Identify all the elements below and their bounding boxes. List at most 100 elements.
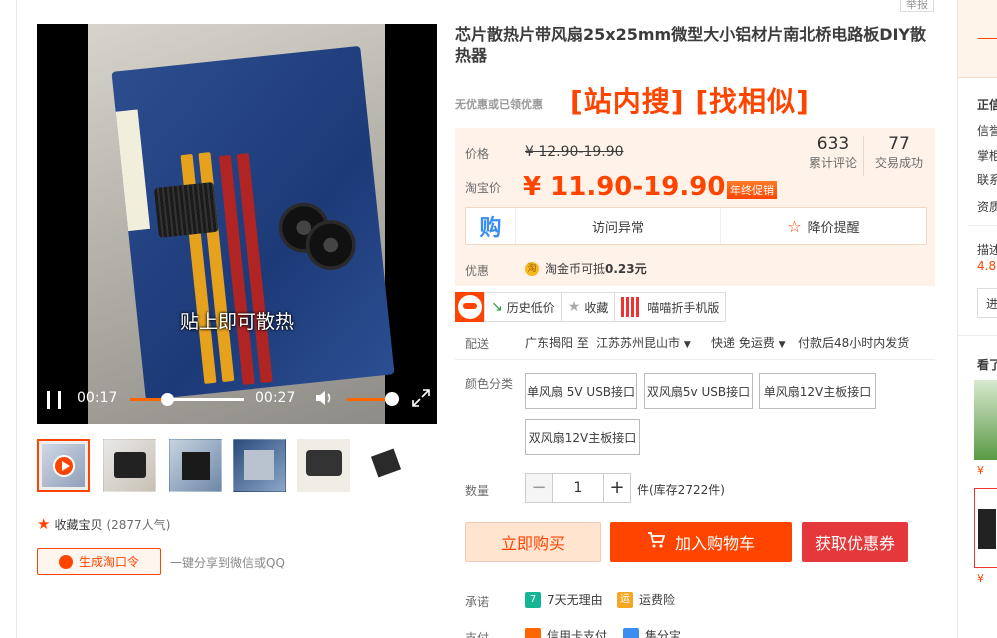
- shop-item: 联系: [977, 173, 997, 187]
- product-title: 芯片散热片带风扇25x25mm微型大小铝材片南北桥电路板DIY散热器: [455, 25, 927, 65]
- decrease-button[interactable]: −: [525, 473, 553, 503]
- ship-from: 广东揭阳 至: [525, 336, 589, 350]
- payment-jifenbao[interactable]: 集分宝: [623, 627, 681, 638]
- thumbnail-image[interactable]: [169, 439, 222, 492]
- taobao-price-label: 淘宝价: [465, 181, 502, 195]
- dispatch-note: 付款后48小时内发货: [798, 336, 910, 350]
- mobile-version-button[interactable]: 喵喵折手机版: [614, 292, 727, 322]
- video-frame: [88, 24, 395, 424]
- current-time: 00:17: [77, 390, 118, 406]
- product-video[interactable]: 贴上即可散热 00:17 00:27: [37, 24, 437, 424]
- recommend-image[interactable]: [974, 380, 997, 460]
- color-option[interactable]: 双风扇12V主板接口: [525, 419, 640, 455]
- thumbnail-image[interactable]: [361, 439, 414, 492]
- shop-item: 信誉: [977, 124, 997, 138]
- fullscreen-icon[interactable]: [411, 388, 431, 408]
- promo-badge: 年终促销: [727, 181, 777, 199]
- enter-shop-button[interactable]: 进: [977, 288, 997, 318]
- taojinbi-icon: 淘: [525, 261, 539, 276]
- insurance-icon: 运: [617, 591, 633, 608]
- shop-header: [958, 0, 997, 78]
- quantity-input[interactable]: 1: [553, 473, 603, 503]
- original-price: ¥ 12.90-19.90: [525, 144, 624, 160]
- duration: 00:27: [255, 390, 296, 406]
- video-progress-knob[interactable]: [161, 393, 174, 406]
- volume-knob[interactable]: [385, 392, 399, 406]
- promise-7day[interactable]: 7 7天无理由: [525, 591, 603, 608]
- motherboard-image: [111, 45, 395, 401]
- share-icon: [58, 554, 73, 569]
- pause-icon[interactable]: [47, 391, 61, 409]
- taokouling-button[interactable]: 生成淘口令: [37, 548, 161, 575]
- stat-divider: [863, 136, 864, 176]
- shop-item: 描述: [977, 243, 997, 257]
- caret-down-icon: ▼: [683, 340, 691, 350]
- ship-to-select[interactable]: 江苏苏州昆山市 ▼: [596, 334, 691, 351]
- cart-icon: [647, 532, 666, 552]
- shop-item: 掌柜: [977, 149, 997, 163]
- color-option[interactable]: 单风扇12V主板接口: [759, 373, 876, 409]
- favorite-item[interactable]: ★ 收藏宝贝 (2877人气): [37, 515, 170, 533]
- star-outline-icon: ☆: [787, 216, 802, 236]
- thumbnail-image[interactable]: [297, 439, 350, 492]
- share-text: 一键分享到微信或QQ: [170, 556, 285, 570]
- volume-icon[interactable]: [314, 388, 334, 408]
- qr-code-icon: [621, 297, 642, 317]
- divider: [455, 359, 935, 360]
- favorite-count: (2877人气): [106, 517, 171, 532]
- buy-now-button[interactable]: 立即购买: [465, 522, 601, 562]
- add-to-cart-button[interactable]: 加入购物车: [610, 522, 792, 562]
- shipping-label: 配送: [465, 337, 490, 351]
- price-label: 价格: [465, 147, 490, 161]
- heatsink-image: [153, 181, 219, 238]
- favorite-label: 收藏宝贝: [54, 517, 103, 532]
- color-label: 颜色分类: [465, 377, 514, 391]
- shop-item: 资质: [977, 200, 997, 214]
- shop-score: 4.8: [977, 259, 997, 273]
- quantity-label: 数量: [465, 484, 490, 498]
- promise-label: 承诺: [465, 595, 490, 609]
- promise-shipping-insurance[interactable]: 运 运费险: [617, 591, 675, 608]
- action-bar: 购 访问异常 ☆ 降价提醒: [465, 207, 927, 245]
- color-option[interactable]: 双风扇5v USB接口: [644, 373, 753, 409]
- thumbnail-image[interactable]: [103, 439, 156, 492]
- promo-note: 无优惠或已领优惠: [455, 98, 543, 111]
- video-subtitle: 贴上即可散热: [179, 311, 294, 333]
- visit-error-button[interactable]: 访问异常: [516, 208, 721, 244]
- discount-label: 优惠: [465, 264, 490, 278]
- viewed-title: 看了: [977, 358, 997, 372]
- search-links[interactable]: [站内搜] [找相似]: [570, 80, 810, 120]
- tool-bar: ↘ 历史低价 ★ 收藏 喵喵折手机版: [455, 292, 727, 322]
- recommend-price: ¥: [977, 464, 984, 477]
- trend-down-icon: ↘: [491, 299, 503, 315]
- thumbnail-video[interactable]: [37, 439, 90, 492]
- cat-icon: [455, 292, 485, 322]
- pci-slot: [115, 109, 151, 232]
- stock-info: 件(库存2722件): [637, 483, 725, 497]
- collect-button[interactable]: ★ 收藏: [560, 292, 616, 322]
- jifenbao-icon: [623, 627, 639, 638]
- seven-day-icon: 7: [525, 591, 541, 608]
- play-icon: [53, 455, 75, 477]
- shipping-method-select[interactable]: 快递 免运费 ▼: [711, 334, 786, 351]
- payment-credit-card[interactable]: 信用卡支付: [525, 627, 607, 638]
- coin-discount: 淘 淘金币可抵 0.23元: [525, 260, 647, 277]
- shop-item: 正信: [977, 98, 997, 112]
- quantity-stepper: − 1 +: [525, 473, 631, 503]
- price-alert-button[interactable]: ☆ 降价提醒: [721, 208, 926, 244]
- recommend-price: ¥: [977, 572, 984, 585]
- price-panel: 价格 ¥ 12.90-19.90 淘宝价 ¥ 11.90-19.90 年终促销 …: [455, 128, 935, 286]
- history-low-price-button[interactable]: ↘ 历史低价: [484, 292, 562, 322]
- report-link[interactable]: 举报: [900, 0, 934, 12]
- star-icon: ★: [567, 299, 581, 315]
- recommend-image[interactable]: [974, 488, 997, 568]
- color-option[interactable]: 单风扇 5V USB接口: [525, 373, 637, 409]
- sales-stat[interactable]: 77 交易成功: [869, 134, 929, 171]
- review-stat[interactable]: 633 累计评论: [805, 134, 861, 171]
- get-coupon-button[interactable]: 获取优惠券: [802, 522, 908, 562]
- taobao-price: ¥ 11.90-19.90: [523, 172, 726, 202]
- thumbnail-image[interactable]: [233, 439, 286, 492]
- shop-sidebar: 正信 信誉 掌柜 联系 资质 描述 4.8 进 看了 ¥ ¥: [957, 0, 997, 638]
- gou-icon: 购: [466, 208, 516, 244]
- increase-button[interactable]: +: [603, 473, 631, 503]
